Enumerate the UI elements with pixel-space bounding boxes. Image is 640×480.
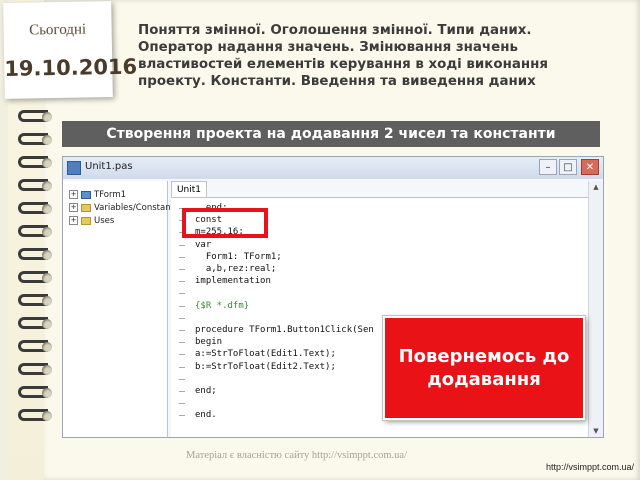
gutter-mark: [179, 391, 185, 392]
spiral-ring: [18, 223, 56, 241]
gutter-mark: [179, 256, 185, 258]
vertical-scrollbar[interactable]: ▲ ▼: [588, 181, 603, 437]
const-highlight-box: [182, 208, 268, 238]
ring-hole: [42, 181, 52, 191]
maximize-button[interactable]: □: [559, 159, 577, 175]
spiral-ring: [18, 384, 56, 402]
tree-item-label: Variables/Constants: [94, 203, 179, 213]
expand-icon[interactable]: +: [69, 216, 78, 225]
gutter-mark: [179, 415, 185, 417]
ring-hole: [42, 319, 52, 329]
callout-label: Повернемось до додавання: [398, 346, 570, 390]
minimize-button[interactable]: –: [539, 159, 557, 175]
gutter-mark: [179, 403, 185, 405]
code-line: {$R *.dfm}: [195, 300, 250, 311]
spiral-ring: [18, 246, 56, 264]
code-line: b:=StrToFloat(Edit2.Text);: [195, 361, 336, 372]
section-banner: Створення проекта на додавання 2 чисел т…: [62, 121, 600, 147]
gutter-mark: [179, 342, 185, 344]
gutter-mark: [179, 354, 185, 356]
spiral-ring: [18, 407, 56, 425]
spiral-ring: [18, 315, 56, 333]
gutter-mark: [179, 244, 185, 246]
ide-titlebar: Unit1.pas – □ ✕: [63, 157, 603, 179]
tree-item-uses[interactable]: + Uses: [69, 215, 114, 227]
tree-item-tform1[interactable]: + TForm1: [69, 189, 126, 201]
ring-hole: [42, 112, 52, 122]
close-button[interactable]: ✕: [581, 159, 599, 175]
tree-item-label: Uses: [94, 216, 115, 226]
gutter-mark: [179, 330, 185, 331]
tree-item-variables[interactable]: + Variables/Constants: [69, 202, 178, 214]
gutter-mark: [179, 293, 185, 295]
code-line: implementation: [195, 276, 271, 287]
spiral-ring: [18, 131, 56, 149]
code-line: end.: [195, 410, 217, 421]
site-url-link[interactable]: http://vsimppt.com.ua/: [546, 462, 634, 472]
tab-unit1[interactable]: Unit1: [171, 181, 207, 198]
code-line: procedure TForm1.Button1Click(Sen: [195, 325, 374, 335]
back-to-addition-button[interactable]: Повернемось до додавання: [383, 316, 585, 420]
ring-hole: [42, 365, 52, 375]
spiral-ring: [18, 338, 56, 356]
spiral-ring: [18, 177, 56, 195]
ring-hole: [42, 227, 52, 237]
spiral-ring: [18, 292, 56, 310]
spiral-ring: [18, 154, 56, 172]
code-line: a:=StrToFloat(Edit1.Text);: [195, 349, 336, 360]
spiral-ring: [18, 361, 56, 379]
scroll-up-icon[interactable]: ▲: [589, 181, 603, 193]
ring-hole: [42, 411, 52, 421]
gutter-mark: [179, 317, 185, 319]
app-icon: [67, 161, 81, 175]
structure-tree: + TForm1 + Variables/Constants + Uses: [63, 181, 178, 437]
gutter-mark: [179, 281, 185, 283]
ring-hole: [42, 273, 52, 283]
ring-hole: [42, 158, 52, 168]
copyright-note: Матеріал є власністю сайту http://vsimpp…: [186, 450, 407, 461]
tree-item-label: TForm1: [94, 190, 127, 200]
code-line: Form1: TForm1;: [195, 251, 282, 262]
spiral-binding: [8, 108, 62, 438]
folder-icon: [81, 216, 91, 225]
code-line: end;: [195, 386, 217, 396]
folder-icon: [81, 203, 91, 212]
date-card: Сьогодні 19.10.2016: [3, 1, 138, 99]
gutter-mark: [179, 366, 185, 368]
ring-hole: [42, 250, 52, 260]
spiral-ring: [18, 108, 56, 126]
ring-hole: [42, 135, 52, 145]
date-value: 19.10.2016: [4, 54, 138, 81]
form-icon: [81, 190, 91, 199]
code-line: var: [195, 239, 212, 250]
gutter-mark: [179, 305, 185, 307]
today-label: Сьогодні: [29, 21, 87, 39]
ring-hole: [42, 388, 52, 398]
slide-title: Поняття змінної. Оголошення змінної. Тип…: [138, 23, 548, 89]
code-line: begin: [195, 337, 223, 348]
ring-hole: [42, 204, 52, 214]
spiral-ring: [18, 200, 56, 218]
ring-hole: [42, 296, 52, 306]
gutter-mark: [179, 269, 185, 270]
scroll-down-icon[interactable]: ▼: [589, 425, 603, 437]
expand-icon[interactable]: +: [69, 190, 78, 199]
expand-icon[interactable]: +: [69, 203, 78, 212]
ring-hole: [42, 342, 52, 352]
window-title: Unit1.pas: [85, 161, 133, 172]
code-line: a,b,rez:real;: [195, 264, 277, 274]
gutter-mark: [179, 378, 185, 380]
spiral-ring: [18, 269, 56, 287]
